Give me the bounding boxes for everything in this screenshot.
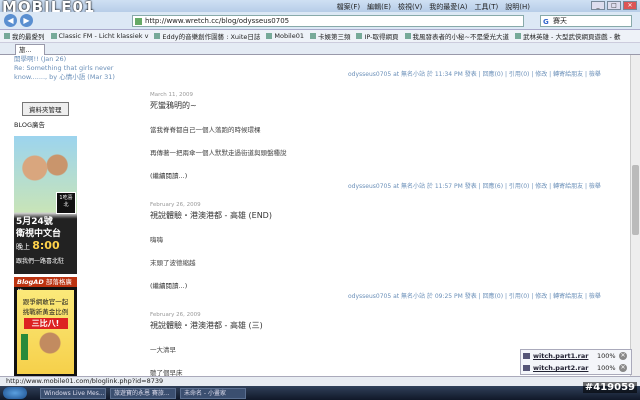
- address-url: http://www.wretch.cc/blog/odysseus0705: [145, 17, 290, 25]
- taskbar-item[interactable]: 未命名 - 小畫家: [180, 387, 246, 399]
- sidebar-link[interactable]: 開學啊!! (Jan 26): [14, 55, 124, 64]
- blogad-line1: 跟爭網敢官一起: [22, 298, 69, 306]
- bookmark-5[interactable]: IP-取得網頁: [356, 31, 399, 41]
- page-icon: [154, 33, 161, 39]
- bottle-image: [21, 334, 28, 360]
- back-arrow-icon[interactable]: ◀: [4, 14, 17, 27]
- menu-favorites[interactable]: 我的最愛(A): [429, 2, 467, 12]
- read-more-link[interactable]: (繼續閱讀...): [150, 170, 620, 180]
- ad-stamp: 1吃喜北: [56, 192, 76, 214]
- archive-icon: [523, 353, 530, 359]
- google-icon: G: [543, 18, 549, 26]
- post-meta[interactable]: odysseus0705 at 無名小站 於 11:34 PM 發表 | 回應(…: [348, 69, 601, 78]
- status-bar: http://www.mobile01.com/bloglink.php?id=…: [0, 376, 640, 386]
- bookmark-mobile01[interactable]: Mobile01: [266, 32, 304, 40]
- menu-edit[interactable]: 編輯(E): [367, 2, 391, 12]
- post-meta[interactable]: odysseus0705 at 無名小站 於 09:25 PM 發表 | 回應(…: [348, 291, 601, 300]
- ad-channel: 衛視中文台: [16, 229, 62, 239]
- title-bar: MOBILE01 檔案(F) 編輯(E) 檢視(V) 我的最愛(A) 工具(T)…: [0, 0, 640, 16]
- post-date: February 26, 2009: [150, 202, 201, 208]
- taskbar-item[interactable]: 旅遊寶的永恩 賽旅...: [110, 387, 176, 399]
- download-item[interactable]: witch.part1.rar 100% ✕: [521, 350, 631, 362]
- post-title[interactable]: 視說體驗・港澳港都 - 高雄 (三): [150, 320, 620, 331]
- tab-bar: 旅...: [0, 43, 640, 55]
- folder-manage-button[interactable]: 資料夾管理: [22, 102, 69, 116]
- close-icon[interactable]: ✕: [619, 364, 627, 372]
- post-date: February 26, 2009: [150, 312, 201, 318]
- bookmark-favorites-bar[interactable]: 我的最愛列: [4, 31, 45, 41]
- bookmark-eddy[interactable]: Eddy的音樂創作園藝 : Xuite日誌: [154, 31, 260, 41]
- blogad-line2: 挑戰新黃金比例: [22, 308, 69, 316]
- page-icon: [404, 33, 411, 39]
- page-icon: [309, 33, 316, 39]
- sidebar-link[interactable]: Re: Something that girls never: [14, 64, 124, 73]
- taskbar: Windows Live Mes... 旅遊寶的永恩 賽旅... 未命名 - 小…: [0, 386, 640, 400]
- post-text: 末頭了波德縮越: [150, 259, 196, 267]
- tab-current[interactable]: 旅...: [15, 44, 45, 55]
- post-date: March 11, 2009: [150, 92, 194, 98]
- maximize-icon[interactable]: □: [607, 1, 621, 10]
- taskbar-item[interactable]: Windows Live Mes...: [40, 387, 106, 399]
- navigation-bar: ◀ ▶ http://www.wretch.cc/blog/odysseus07…: [0, 12, 640, 30]
- sidebar: 開學啊!! (Jan 26) Re: Something that girls …: [14, 55, 124, 376]
- tv-ad-banner[interactable]: 1吃喜北 5月24號 衛視中文台 晚上 8:00 跟我們一路喜北駐: [14, 136, 77, 274]
- blogad-body: 跟爭網敢官一起 挑戰新黃金比例 三比八!: [17, 290, 74, 374]
- page-content: 開學啊!! (Jan 26) Re: Something that girls …: [0, 55, 630, 376]
- bookmark-6[interactable]: 我風發表者的小秘~不是愛光大道: [404, 31, 509, 41]
- bookmark-classic-fm[interactable]: Classic FM - Licht klassiek v: [50, 32, 148, 40]
- search-input[interactable]: G 賽天: [540, 15, 632, 27]
- bookmarks-bar: 我的最愛列 Classic FM - Licht klassiek v Eddy…: [0, 30, 640, 43]
- close-icon[interactable]: ✕: [623, 1, 637, 10]
- blogad-header: BlogAD 部落格廣告: [14, 277, 77, 296]
- search-value: 賽天: [553, 17, 567, 25]
- post-title[interactable]: 視說體驗・港澳港都 - 高雄 (END): [150, 210, 620, 221]
- ad-time: 晚上 8:00: [16, 239, 60, 252]
- forward-arrow-icon[interactable]: ▶: [20, 14, 33, 27]
- close-icon[interactable]: ✕: [619, 352, 627, 360]
- read-more-link[interactable]: (繼續閱讀...): [150, 280, 620, 290]
- vertical-scrollbar[interactable]: [630, 55, 640, 376]
- star-icon: [4, 33, 10, 39]
- blog-post: February 26, 2009 視說體驗・港澳港都 - 高雄 (END) 嗨…: [150, 202, 620, 290]
- menu-tools[interactable]: 工具(T): [475, 2, 499, 12]
- watermark: #419059: [582, 382, 637, 393]
- post-text: 當我脊脊都自己一個人落跑的時候環棵: [150, 126, 261, 134]
- scrollbar-thumb[interactable]: [632, 165, 639, 235]
- sidebar-link[interactable]: know......., by 心情小語 (Mar 31): [14, 73, 124, 82]
- menu-file[interactable]: 檔案(F): [337, 2, 361, 12]
- download-progress: 100%: [597, 352, 616, 360]
- page-icon: [514, 33, 521, 39]
- bookmark-4[interactable]: 卡娛第三頻: [309, 31, 350, 41]
- post-text: 嗨嗨: [150, 236, 163, 244]
- man-image: [35, 328, 65, 358]
- minimize-icon[interactable]: _: [591, 1, 605, 10]
- ad-subtitle: 跟我們一路喜北駐: [16, 258, 65, 265]
- download-progress: 100%: [597, 364, 616, 372]
- download-filename[interactable]: witch.part1.rar: [533, 352, 588, 360]
- blog-post: March 11, 2009 死蠻鴉明的~ 當我脊脊都自己一個人落跑的時候環棵 …: [150, 92, 620, 180]
- blog-ad-heading: BLOG廣告: [14, 121, 46, 129]
- bookmark-7[interactable]: 武林英雄 - 大型武俠網頁遊戲 - 歡: [514, 31, 620, 41]
- downloads-panel: witch.part1.rar 100% ✕ witch.part2.rar 1…: [520, 349, 632, 375]
- window-controls: _ □ ✕: [591, 1, 637, 10]
- menu-bar: 檔案(F) 編輯(E) 檢視(V) 我的最愛(A) 工具(T) 說明(H): [337, 2, 530, 12]
- site-favicon-icon: [135, 18, 142, 25]
- status-text: http://www.mobile01.com/bloglink.php?id=…: [6, 377, 164, 385]
- archive-icon: [523, 365, 530, 371]
- download-filename[interactable]: witch.part2.rar: [533, 364, 588, 372]
- post-title[interactable]: 死蠻鴉明的~: [150, 100, 620, 111]
- download-item[interactable]: witch.part2.rar 100% ✕: [521, 362, 631, 374]
- page-icon: [356, 33, 363, 39]
- post-text: 再傳著一把兩傘一個人默默走過街道與頭盤種說: [150, 149, 287, 157]
- blogad-banner[interactable]: BlogAD 部落格廣告 跟爭網敢官一起 挑戰新黃金比例 三比八!: [14, 277, 77, 376]
- page-icon: [50, 33, 57, 39]
- page-icon: [266, 33, 273, 39]
- address-bar[interactable]: http://www.wretch.cc/blog/odysseus0705: [132, 15, 524, 27]
- menu-help[interactable]: 說明(H): [505, 2, 530, 12]
- menu-view[interactable]: 檢視(V): [398, 2, 422, 12]
- start-button[interactable]: [3, 387, 27, 399]
- post-meta[interactable]: odysseus0705 at 無名小站 於 11:57 PM 發表 | 回應(…: [348, 181, 601, 190]
